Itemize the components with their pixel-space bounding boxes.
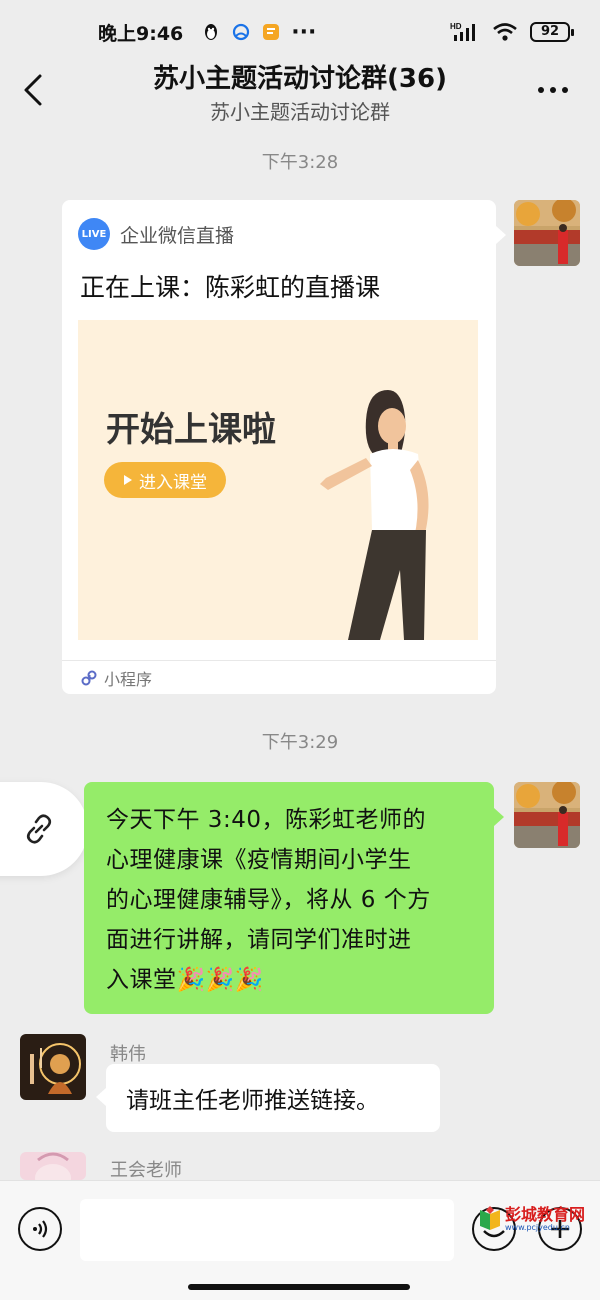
announcement-line: 入课堂🎉🎉🎉 [106,967,264,993]
live-stream-card[interactable]: LIVE 企业微信直播 正在上课：陈彩虹的直播课 开始上课啦 进入课堂 小程序 [62,200,506,694]
link-icon [26,814,52,844]
home-indicator [188,1284,410,1290]
message-text-input[interactable] [80,1199,454,1261]
banner-headline: 开始上课啦 [106,410,276,450]
message-timestamp: 下午3:28 [261,152,339,173]
sender-name: 王会老师 [110,1160,182,1181]
app-notification-icon [263,24,280,40]
play-triangle-icon [124,475,132,485]
enter-classroom-button[interactable]: 进入课堂 [104,462,226,498]
message-input-bar [0,1180,600,1300]
more-dot-icon [562,87,568,93]
live-source-label: 企业微信直播 [120,224,235,247]
floating-link-button[interactable] [0,782,88,876]
site-watermark: 彭城教育网 www.pcjyedu.cn [478,1204,586,1234]
self-avatar[interactable] [514,782,580,848]
self-avatar[interactable] [514,200,580,266]
watermark-text: 彭城教育网 [505,1204,586,1224]
announcement-line: 今天下午 3:40，陈彩虹老师的 [106,807,426,833]
mini-program-label: 小程序 [104,670,153,689]
announcement-line: 心理健康课《疫情期间小学生 [106,847,412,873]
member-message[interactable]: 请班主任老师推送链接。 [96,1064,440,1132]
status-time: 晚上9:46 [98,22,184,45]
live-banner[interactable]: 开始上课啦 进入课堂 [78,320,478,640]
qq-penguin-icon [205,24,218,40]
watermark-url: www.pcjyedu.cn [505,1222,570,1232]
member-avatar[interactable] [20,1034,86,1100]
announcement-line: 的心理健康辅导》，将从 6 个方 [106,887,431,913]
mini-program-footer: 小程序 [80,666,152,690]
mini-program-icon [81,670,97,686]
more-dot-icon [538,87,544,93]
live-card-title: 正在上课：陈彩虹的直播课 [80,273,381,302]
member-avatar[interactable] [20,1152,86,1180]
more-dot-icon [550,87,556,93]
wifi-icon [493,23,517,41]
sender-name: 韩伟 [110,1044,146,1065]
voice-input-button[interactable] [18,1207,62,1251]
enter-classroom-label: 进入课堂 [139,472,207,493]
watermark-logo [480,1206,500,1230]
status-more-dots: ··· [291,19,317,45]
message-timestamp: 下午3:29 [261,732,339,753]
teacher-illustration [320,390,429,640]
chat-subtitle: 苏小主题活动讨论群 [210,100,390,124]
voice-icon [33,1220,48,1238]
network-type-label: HD [450,22,462,31]
announcement-message[interactable]: 今天下午 3:40，陈彩虹老师的 心理健康课《疫情期间小学生 的心理健康辅导》，… [84,782,504,1014]
battery-indicator: 92 [530,22,574,42]
more-options-button[interactable] [538,78,572,102]
cellular-signal-icon: HD [450,22,475,41]
announcement-line: 面进行讲解，请同学们准时进 [106,927,412,953]
card-divider [62,660,496,661]
chat-bubble-icon [233,23,250,41]
chat-title: 苏小主题活动讨论群(36) [153,64,447,94]
chat-header: 苏小主题活动讨论群(36) 苏小主题活动讨论群 [0,50,600,130]
live-badge-icon: LIVE [78,218,110,250]
